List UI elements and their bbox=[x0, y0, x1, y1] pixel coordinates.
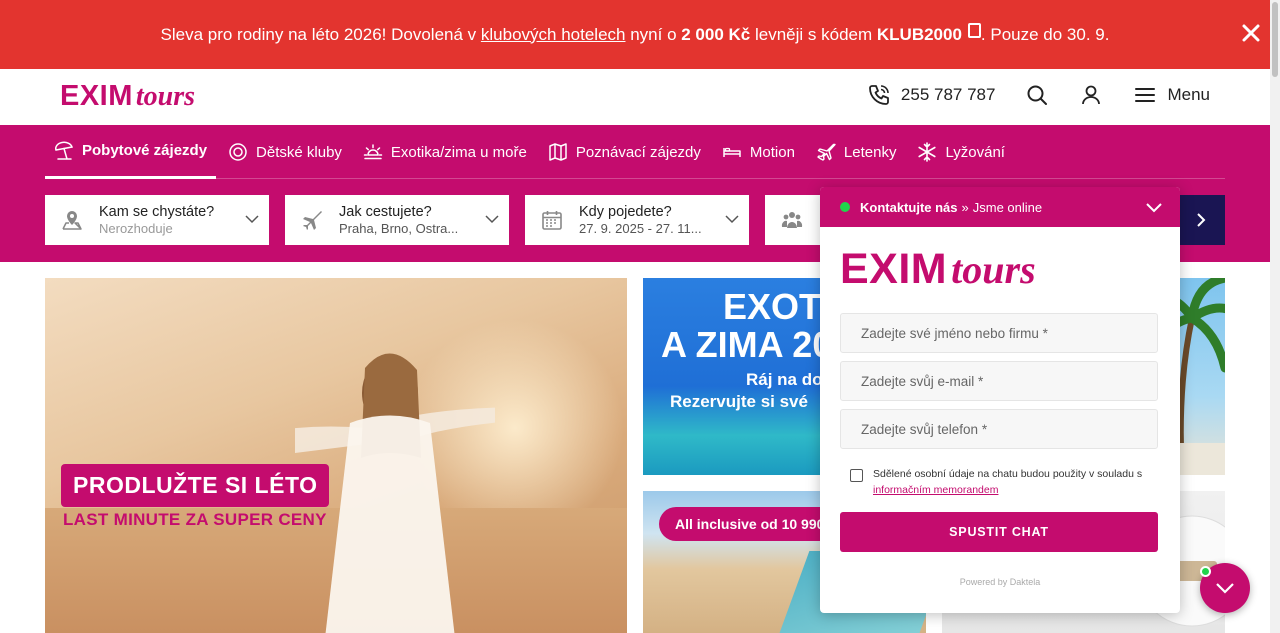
transport-label: Jak cestujete? bbox=[339, 203, 432, 220]
kids-club-icon bbox=[229, 143, 247, 161]
people-icon bbox=[781, 212, 803, 228]
chat-contact-label: Kontaktujte nás bbox=[860, 199, 958, 215]
transport-value: Praha, Brno, Ostra... bbox=[339, 220, 459, 236]
chat-logo: EXIM tours bbox=[840, 245, 1036, 294]
chevron-down-icon bbox=[1216, 583, 1234, 594]
beach-umbrella-icon bbox=[55, 141, 73, 160]
location-pin-icon bbox=[62, 211, 82, 230]
chevron-down-icon bbox=[725, 215, 739, 224]
tab-poznavaci-zajezdy[interactable]: Poznávací zájezdy bbox=[539, 125, 710, 179]
tab-detske-kluby[interactable]: Dětské kluby bbox=[219, 125, 351, 179]
copy-icon[interactable] bbox=[967, 22, 981, 38]
consent-memorandum-link[interactable]: informačním memorandem bbox=[873, 484, 998, 496]
plane-icon bbox=[817, 143, 836, 161]
account-button[interactable] bbox=[1079, 83, 1103, 107]
tab-label: Poznávací zájezdy bbox=[575, 143, 701, 161]
search-submit-button[interactable] bbox=[1177, 195, 1225, 245]
promo-text-after: . Pouze do 30. 9. bbox=[980, 24, 1110, 44]
exo-heading-2: A ZIMA 20 bbox=[661, 324, 833, 365]
airplane-icon bbox=[303, 211, 322, 230]
exo-subheading-2: Rezervujte si své bbox=[670, 392, 808, 411]
dates-select[interactable]: Kdy pojedete? 27. 9. 2025 - 27. 11... bbox=[525, 195, 749, 245]
powered-by-text: Powered by Daktela bbox=[959, 577, 1041, 587]
all-inclusive-pill: All inclusive od 10 990 bbox=[659, 507, 841, 541]
site-header: EXIM tours 255 787 787 Menu bbox=[0, 69, 1270, 125]
chat-widget: Kontaktujte nás » Jsme online EXIM tours… bbox=[820, 187, 1180, 613]
tab-motion[interactable]: Motion bbox=[713, 125, 804, 179]
tab-label: Letenky bbox=[843, 143, 897, 161]
phone-number: 255 787 787 bbox=[900, 85, 996, 104]
transport-select[interactable]: Jak cestujete? Praha, Brno, Ostra... bbox=[285, 195, 509, 245]
promo-hotels-link[interactable]: klubových hotelech bbox=[481, 25, 626, 44]
chevron-down-icon bbox=[485, 215, 499, 224]
header-actions: 255 787 787 Menu bbox=[867, 83, 1210, 107]
consent-text: Sdělené osobní údaje na chatu budou použ… bbox=[873, 467, 1142, 499]
tab-label: Motion bbox=[749, 143, 795, 161]
exo-subheading-1: Ráj na do bbox=[746, 370, 823, 389]
chat-separator: » bbox=[961, 199, 969, 215]
category-tabs: Pobytové zájezdy Dětské kluby Exotika/zi… bbox=[45, 125, 1225, 179]
chat-logo-script: tours bbox=[951, 247, 1036, 292]
tab-label: Lyžování bbox=[945, 143, 1005, 161]
sun-icon bbox=[363, 144, 383, 160]
consent-row: Sdělené osobní údaje na chatu budou použ… bbox=[850, 467, 1150, 499]
chat-status: Jsme online bbox=[972, 199, 1043, 215]
tab-label: Pobytové zájezdy bbox=[82, 142, 208, 159]
promo-code: KLUB2000 bbox=[876, 24, 962, 44]
chevron-down-icon bbox=[245, 215, 259, 224]
phone-icon bbox=[869, 85, 889, 105]
promo-text-code: levněji s kódem bbox=[750, 24, 877, 44]
destination-select[interactable]: Kam se chystáte? Nerozhoduje bbox=[45, 195, 269, 245]
user-icon bbox=[1082, 85, 1101, 105]
chevron-down-icon[interactable] bbox=[1146, 199, 1162, 215]
promo-text-mid: nyní o bbox=[625, 24, 682, 44]
tab-lyzovani[interactable]: Lyžování bbox=[908, 125, 1013, 179]
dates-value: 27. 9. 2025 - 27. 11... bbox=[579, 220, 702, 236]
destination-label: Kam se chystáte? bbox=[99, 203, 215, 220]
close-icon[interactable] bbox=[1240, 22, 1262, 44]
menu-label: Menu bbox=[1167, 85, 1210, 104]
tab-letenky[interactable]: Letenky bbox=[807, 125, 906, 179]
scrollbar-thumb[interactable] bbox=[1272, 2, 1278, 77]
hamburger-icon bbox=[1135, 88, 1156, 102]
page-scrollbar[interactable] bbox=[1270, 0, 1280, 633]
chat-phone-input[interactable] bbox=[840, 409, 1158, 449]
phone-link[interactable]: 255 787 787 bbox=[867, 83, 996, 107]
logo-script-text: tours bbox=[135, 81, 196, 112]
exim-tours-logo[interactable]: EXIM tours bbox=[60, 80, 195, 113]
tab-label: Exotika/zima u moře bbox=[390, 143, 527, 161]
logo-main-text: EXIM bbox=[60, 80, 133, 112]
exo-heading-1: EXOTI bbox=[723, 286, 832, 327]
promo-amount: 2 000 Kč bbox=[681, 24, 751, 44]
destination-value: Nerozhoduje bbox=[99, 220, 173, 236]
bed-icon bbox=[723, 147, 741, 157]
calendar-icon bbox=[542, 211, 562, 230]
promo-text: Sleva pro rodiny na léto 2026! Dovolená … bbox=[160, 22, 1110, 45]
search-icon bbox=[1027, 85, 1048, 105]
chevron-right-icon bbox=[1197, 213, 1206, 227]
tab-pobytove-zajezdy[interactable]: Pobytové zájezdy bbox=[45, 125, 217, 179]
promo-text-before: Sleva pro rodiny na léto 2026! Dovolená … bbox=[160, 24, 481, 44]
online-status-dot bbox=[840, 202, 850, 212]
dates-label: Kdy pojedete? bbox=[579, 203, 672, 220]
start-chat-button[interactable]: SPUSTIT CHAT bbox=[840, 512, 1158, 552]
tab-exotika[interactable]: Exotika/zima u moře bbox=[354, 125, 536, 179]
hero-tile-summer[interactable]: PRODLUŽTE SI LÉTO LAST MINUTE ZA SUPER C… bbox=[45, 278, 627, 633]
consent-checkbox[interactable] bbox=[850, 469, 863, 482]
promo-banner: Sleva pro rodiny na léto 2026! Dovolená … bbox=[0, 0, 1270, 69]
menu-button[interactable]: Menu bbox=[1133, 83, 1210, 107]
search-button[interactable] bbox=[1025, 83, 1049, 107]
hero-subtitle: LAST MINUTE ZA SUPER CENY bbox=[63, 510, 327, 529]
chat-toggle-button[interactable] bbox=[1200, 563, 1250, 613]
map-icon bbox=[549, 143, 567, 161]
online-status-dot bbox=[1200, 566, 1211, 577]
consent-text-main: Sdělené osobní údaje na chatu budou použ… bbox=[873, 468, 1143, 480]
hero-title-badge: PRODLUŽTE SI LÉTO bbox=[61, 464, 330, 507]
chat-email-input[interactable] bbox=[840, 361, 1158, 401]
chat-header[interactable]: Kontaktujte nás » Jsme online bbox=[820, 187, 1180, 227]
chat-name-input[interactable] bbox=[840, 313, 1158, 353]
tab-label: Dětské kluby bbox=[256, 143, 342, 161]
snowflake-icon bbox=[918, 142, 937, 162]
chat-logo-main: EXIM bbox=[840, 245, 948, 293]
